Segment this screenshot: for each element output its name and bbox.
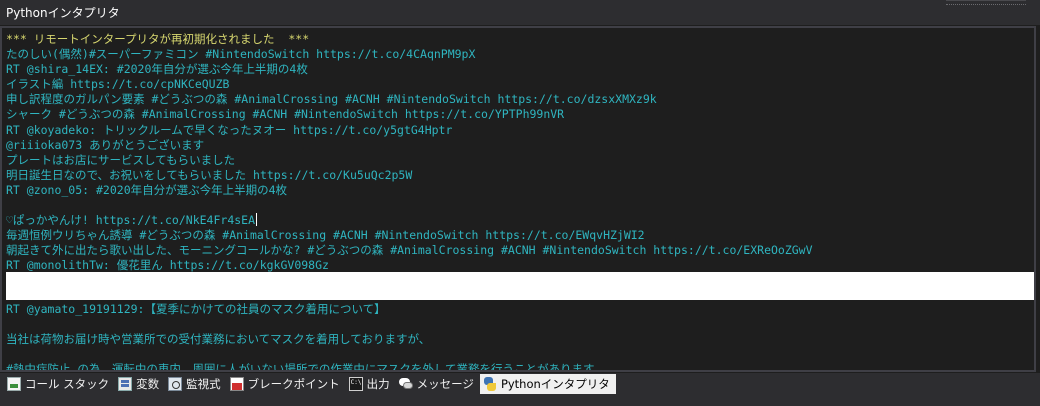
console-line-text: RT @shira_14EX: #2020年自分が選ぶ今年上半期の4枚 — [6, 62, 308, 77]
console-line-text: RT @koyadeko: トリックルームで早くなったヌオー https://t… — [6, 122, 453, 137]
console-line: 申し訳程度のガルパン要素 #どうぶつの森 #AnimalCrossing #AC… — [6, 92, 1030, 107]
tab-label: 出力 — [366, 377, 390, 391]
console-line: 明日誕生日なので、お祝いをしてもらいました https://t.co/Ku5uQ… — [6, 168, 1030, 183]
console-lines-after: RT @yamato_19191129:【夏季にかけての社員のマスク着用について… — [6, 302, 1030, 372]
panel-titlebar: Pythonインタプリタ — [0, 0, 1040, 25]
console-line-text: 申し訳程度のガルパン要素 #どうぶつの森 #AnimalCrossing #AC… — [6, 92, 657, 107]
watch-icon — [168, 377, 183, 391]
console-line-text: イラスト編 https://t.co/cpNKCeQUZB — [6, 77, 230, 92]
console-input[interactable] — [6, 272, 1034, 300]
console-line-text: プレートはお店にサービスしてもらいました — [6, 152, 236, 167]
tab-callstack[interactable]: コール スタック — [4, 374, 115, 394]
console-line: #熱中症防止 の為、運転中の車内、周囲に人がいない場所での作業中にマスクを外して… — [6, 362, 1030, 372]
console-line: RT @yamato_19191129:【夏季にかけての社員のマスク着用について… — [6, 302, 1030, 317]
tab-label: メッセージ — [416, 377, 474, 391]
console-line: ♡ぱっかやんけ! https://t.co/NkE4Fr4sEA — [6, 213, 1030, 228]
python-icon — [483, 377, 497, 391]
panel-title: Pythonインタプリタ — [6, 6, 120, 20]
drag-grip[interactable] — [946, 0, 1026, 11]
console-line-text: 明日誕生日なので、お祝いをしてもらいました https://t.co/Ku5uQ… — [6, 167, 413, 182]
console-line: 朝起きて外に出たら歌い出した、モーニングコールかな? #どうぶつの森 #Anim… — [6, 243, 1030, 258]
console-line: イラスト編 https://t.co/cpNKCeQUZB — [6, 77, 1030, 92]
tab-output[interactable]: 出力 — [346, 374, 396, 394]
tab-label: コール スタック — [25, 377, 110, 391]
console-line-text: @riiioka073 ありがとうございます — [6, 137, 205, 152]
console-lines: *** リモートインタープリタが再初期化されました *** たのしい(偶然)#スー… — [6, 32, 1030, 274]
console-line: 当社は荷物お届け時や営業所での受付業務においてマスクを着用しておりますが、 — [6, 332, 1030, 347]
console-line-text: シャーク #どうぶつの森 #AnimalCrossing #ACNH #Nint… — [6, 107, 565, 122]
console-line: @riiioka073 ありがとうございます — [6, 138, 1030, 153]
console-line-text: RT @monolithTw: 優花里ん https://t.co/kgkGV0… — [6, 258, 329, 273]
tab-label: 監視式 — [186, 377, 221, 391]
console-line-text: *** リモートインタープリタが再初期化されました *** — [6, 32, 310, 46]
output-icon — [348, 377, 363, 391]
tab-label: 変数 — [136, 377, 160, 391]
tab-variables[interactable]: 変数 — [115, 374, 165, 394]
console-line: RT @shira_14EX: #2020年自分が選ぶ今年上半期の4枚 — [6, 62, 1030, 77]
console-line: 毎週恒例ウリちゃん誘導 #どうぶつの森 #AnimalCrossing #ACN… — [6, 228, 1030, 243]
tab-python-interpreter[interactable]: Pythonインタプリタ — [479, 374, 616, 394]
tab-watch[interactable]: 監視式 — [165, 374, 227, 394]
callstack-icon — [7, 377, 21, 391]
console-line-text: ♡ぱっかやんけ! https://t.co/NkE4Fr4sEA — [6, 213, 256, 228]
console-line-text: たのしい(偶然)#スーパーファミコン #NintendoSwitch https… — [6, 47, 476, 62]
console-line-text: RT @yamato_19191129:【夏季にかけての社員のマスク着用について… — [6, 302, 386, 316]
tab-label: ブレークポイント — [247, 377, 340, 391]
console-line-text: #熱中症防止 の為、運転中の車内、周囲に人がいない場所での作業中にマスクを外して… — [6, 362, 605, 372]
tab-breakpoints[interactable]: ブレークポイント — [227, 374, 346, 394]
text-caret — [256, 213, 258, 227]
console-line-text: 毎週恒例ウリちゃん誘導 #どうぶつの森 #AnimalCrossing #ACN… — [6, 228, 645, 243]
breakpoint-icon — [229, 377, 244, 391]
message-icon — [398, 377, 413, 391]
console-line: たのしい(偶然)#スーパーファミコン #NintendoSwitch https… — [6, 47, 1030, 62]
console-line-text: RT @zono_05: #2020年自分が選ぶ今年上半期の4枚 — [6, 182, 288, 197]
console-line: RT @zono_05: #2020年自分が選ぶ今年上半期の4枚 — [6, 183, 1030, 198]
console-line: プレートはお店にサービスしてもらいました — [6, 153, 1030, 168]
tool-window-tabs: コール スタック 変数 監視式 ブレークポイント 出力 メッセージ Pythonインタプリタ — [0, 373, 1040, 406]
console-line: *** リモートインタープリタが再初期化されました *** — [6, 32, 1030, 47]
console-output[interactable]: *** リモートインタープリタが再初期化されました *** たのしい(偶然)#スー… — [0, 26, 1036, 372]
tab-messages[interactable]: メッセージ — [396, 374, 480, 394]
console-line: RT @koyadeko: トリックルームで早くなったヌオー https://t… — [6, 123, 1030, 138]
tab-label: Pythonインタプリタ — [500, 377, 610, 391]
console-line-text: 朝起きて外に出たら歌い出した、モーニングコールかな? #どうぶつの森 #Anim… — [6, 243, 813, 258]
console-line-text: 当社は荷物お届け時や営業所での受付業務においてマスクを着用しておりますが、 — [6, 332, 431, 346]
variables-icon — [118, 377, 133, 391]
console-line: シャーク #どうぶつの森 #AnimalCrossing #ACNH #Nint… — [6, 107, 1030, 122]
